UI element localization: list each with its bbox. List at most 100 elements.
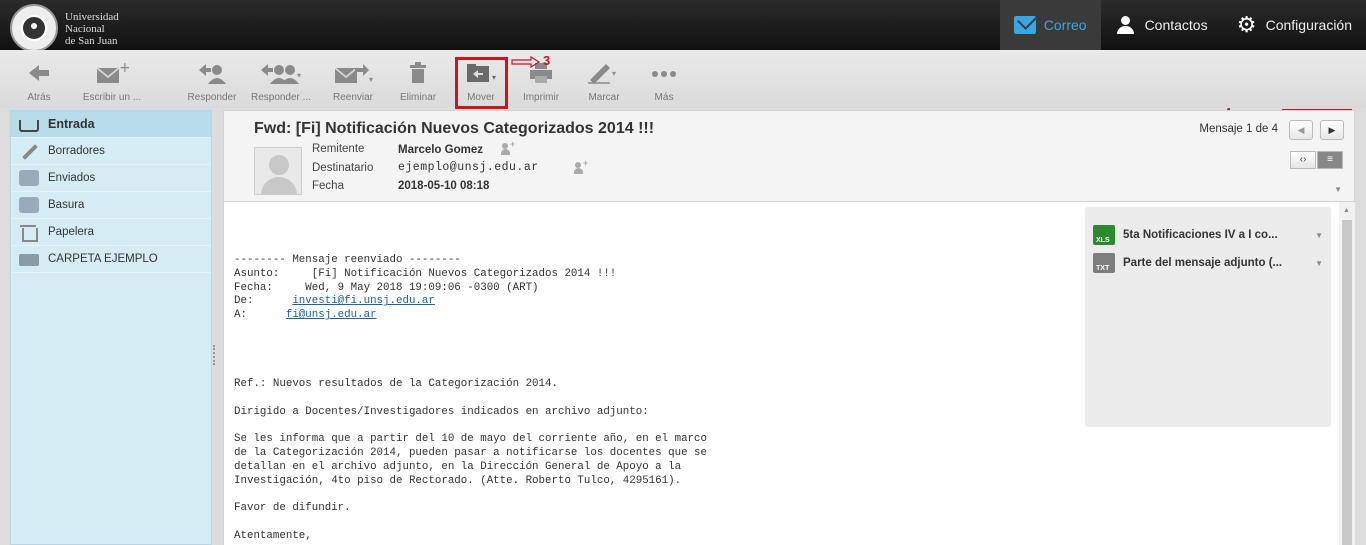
junk-icon [19,197,39,213]
nav-correo[interactable]: Correo [999,0,1101,50]
delete-label: Eliminar [399,92,437,103]
body-line-from: De: investi@fi.unsj.edu.ar [234,295,707,309]
code-icon: ‹› [1299,154,1307,165]
reply-all-button[interactable]: ▾ Responder ... [248,60,314,104]
folder-icon [19,254,39,266]
to-email-link[interactable]: fi@unsj.edu.ar [286,309,377,321]
pencil-icon [19,143,39,159]
top-nav: Correo Contactos ⚙ Configuración [999,0,1366,50]
top-bar: Universidad Nacional de San Juan Correo … [0,0,1366,52]
reply-icon [184,60,240,86]
pane-splitter[interactable] [213,345,219,365]
scrollbar-thumb[interactable] [1342,220,1352,545]
folder-sidebar: Entrada Borradores Enviados Basura Papel… [10,110,212,545]
university-logo[interactable] [10,4,58,52]
body-line-to: A: fi@unsj.edu.ar [234,309,707,323]
compose-button[interactable]: + Escribir un ... [78,60,146,104]
source-view-button[interactable]: ‹› [1290,151,1316,169]
from-email-link[interactable]: investi@fi.unsj.edu.ar [292,295,435,307]
from-label: Remitente [312,143,365,155]
next-message-button[interactable]: ▶ [1320,120,1344,140]
folder-label: CARPETA EJEMPLO [48,253,158,265]
gear-icon: ⚙ [1236,12,1257,37]
folder-basura[interactable]: Basura [11,192,211,219]
previous-message-button[interactable]: ◀ [1289,120,1313,140]
folder-label: Enviados [48,172,96,184]
svg-text:▾: ▾ [369,75,373,84]
delete-button[interactable]: Eliminar [396,60,440,104]
body-line: Se les informa que a partir del 10 de ma… [234,433,707,446]
date-value: 2018-05-10 08:18 [398,180,490,192]
text-view-button[interactable]: ≡ [1317,151,1343,169]
folder-enviados[interactable]: Enviados [11,165,211,192]
reply-button[interactable]: Responder [184,60,240,104]
sent-icon [19,170,39,186]
body-line: Ref.: Nuevos resultados de la Categoriza… [234,378,558,391]
folder-entrada[interactable]: Entrada [11,111,211,138]
folder-papelera[interactable]: Papelera [11,219,211,246]
trash-icon [19,224,39,242]
chevron-down-icon[interactable]: ▼ [1315,231,1323,240]
attachment-item[interactable]: Parte del mensaje adjunto (... ▼ [1093,252,1323,274]
forward-icon: ▾ [328,60,378,86]
forward-button[interactable]: ▾ Reenviar [328,60,378,104]
body-scrollbar[interactable]: ▲ [1339,202,1355,545]
scroll-up-icon[interactable]: ▲ [1343,207,1350,214]
annotation-box-move [455,57,508,109]
body-line: -------- Mensaje reenviado -------- [234,254,461,266]
body-from-label: De: [234,295,293,308]
folder-label: Entrada [48,117,95,131]
message-body: -------- Mensaje reenviado -------- Asunt… [223,202,1355,545]
to-value[interactable]: ejemplo@unsj.edu.ar [398,161,539,174]
from-value[interactable]: Marcelo Gomez [398,144,483,156]
nav-configuracion[interactable]: ⚙ Configuración [1222,0,1366,50]
attachments-panel: 5ta Notificaciones IV a I co... ▼ Parte … [1085,207,1331,427]
mark-button[interactable]: ▾ Marcar [582,60,626,104]
body-line: Dirigido a Docentes/Investigadores indic… [234,405,649,418]
arrow-left-icon [20,60,58,86]
body-line: Atentamente, [234,529,312,542]
more-label: Más [654,92,674,103]
message-counter: Mensaje 1 de 4 [1199,123,1278,135]
nav-contactos-label: Contactos [1144,17,1208,33]
attachment-name: Parte del mensaje adjunto (... [1123,257,1283,269]
sender-avatar [254,147,302,195]
folder-label: Basura [48,199,85,211]
svg-text:▾: ▾ [297,71,301,80]
nav-correo-label: Correo [1043,17,1087,33]
back-button[interactable]: Atrás [20,60,58,104]
attachment-name: 5ta Notificaciones IV a I co... [1123,229,1278,241]
compose-label: Escribir un ... [82,92,142,103]
body-line: Asunto: [Fi] Notificación Nuevos Categor… [234,267,617,280]
add-contact-icon[interactable]: + [501,139,515,155]
folder-carpeta-ejemplo[interactable]: CARPETA EJEMPLO [11,246,211,273]
chevron-down-icon[interactable]: ▼ [1315,259,1323,268]
body-line: Fecha: Wed, 9 May 2018 19:09:06 -0300 (A… [234,281,539,294]
compose-mail-icon: + [78,60,146,86]
more-button[interactable]: Más [646,60,682,104]
brand-name: Universidad Nacional de San Juan [65,11,119,47]
trash-icon [396,60,440,86]
lines-icon: ≡ [1327,154,1333,165]
envelope-icon [1013,16,1036,34]
folder-label: Papelera [48,226,95,238]
body-line: Investigación, 4to piso de Rectorado. (A… [234,474,682,487]
message-text: -------- Mensaje reenviado -------- Asunt… [234,254,707,544]
expand-header-icon[interactable]: ▼ [1334,185,1342,194]
svg-text:+: + [119,62,129,76]
more-dots-icon [646,60,682,86]
attachment-item[interactable]: 5ta Notificaciones IV a I co... ▼ [1093,224,1323,246]
body-line: de la Categorización 2014, pueden pasar … [234,447,707,460]
message-header: Fwd: [Fi] Notificación Nuevos Categoriza… [223,110,1355,202]
reply-all-label: Responder ... [250,92,312,103]
nav-contactos[interactable]: Contactos [1101,0,1222,50]
brand-line-2: Nacional [65,23,105,35]
reply-label: Responder [187,92,237,103]
mark-label: Marcar [588,92,620,103]
add-contact-icon[interactable]: + [574,158,588,174]
folder-borradores[interactable]: Borradores [11,138,211,165]
date-label: Fecha [312,180,344,192]
back-label: Atrás [27,92,51,103]
folder-label: Borradores [48,145,105,157]
message-subject: Fwd: [Fi] Notificación Nuevos Categoriza… [254,120,655,137]
